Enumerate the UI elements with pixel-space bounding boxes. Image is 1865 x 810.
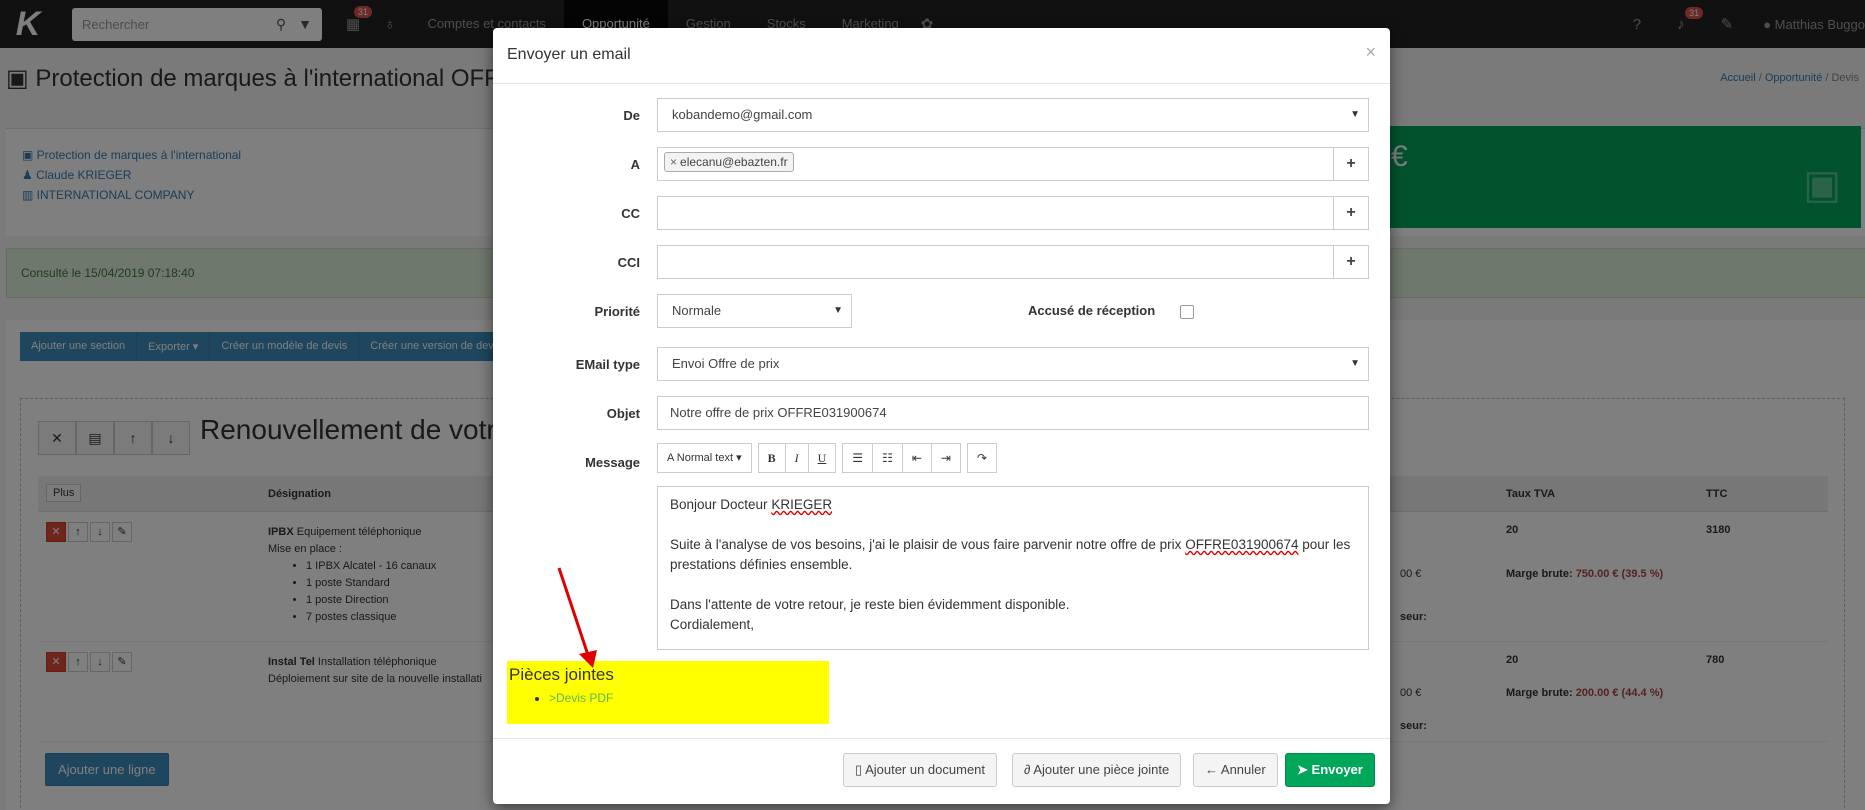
- send-label: Envoyer: [1311, 762, 1363, 777]
- attachments-panel: Pièces jointes >Devis PDF: [507, 661, 829, 724]
- chevron-down-icon: ▼: [1350, 358, 1360, 369]
- recipient-tag: × elecanu@ebazten.fr: [664, 152, 794, 172]
- to-input[interactable]: × elecanu@ebazten.fr: [657, 147, 1334, 181]
- editor-toolbar: A Normal text ▾ B I U ☰ ☷ ⇤ ⇥ ↷: [657, 443, 1003, 473]
- from-value: kobandemo@gmail.com: [672, 107, 813, 122]
- subject-value: Notre offre de prix OFFRE031900674: [670, 405, 887, 420]
- cancel-button[interactable]: ← Annuler: [1193, 753, 1278, 787]
- priority-value: Normale: [672, 303, 722, 318]
- message-greeting: Bonjour Docteur KRIEGER: [670, 495, 1356, 515]
- chevron-down-icon: ▼: [833, 305, 843, 316]
- modal-footer: ▯ Ajouter un document ∂ Ajouter une pièc…: [493, 738, 1390, 804]
- red-arrow-annotation: [557, 567, 597, 668]
- arrow-left-icon: ←: [1205, 762, 1218, 777]
- to-label: A: [630, 157, 640, 172]
- remove-tag-icon[interactable]: ×: [670, 155, 677, 169]
- send-email-modal: Envoyer un email × De kobandemo@gmail.co…: [493, 28, 1390, 804]
- receipt-checkbox[interactable]: [1180, 305, 1194, 319]
- from-label: De: [623, 108, 640, 123]
- p1-ref: OFFRE031900674: [1185, 537, 1299, 552]
- send-button[interactable]: ➤ Envoyer: [1285, 753, 1375, 787]
- message-label: Message: [585, 455, 640, 470]
- outdent-icon[interactable]: ⇤: [902, 443, 932, 473]
- paper-plane-icon: ➤: [1297, 762, 1308, 777]
- attachment-item: >Devis PDF: [549, 691, 827, 705]
- underline-button[interactable]: U: [808, 443, 837, 473]
- add-attachment-button[interactable]: ∂ Ajouter une pièce jointe: [1012, 753, 1182, 787]
- greeting-name: KRIEGER: [771, 497, 833, 512]
- message-editor[interactable]: Bonjour Docteur KRIEGER Suite à l'analys…: [657, 486, 1369, 650]
- modal-header: Envoyer un email ×: [493, 28, 1390, 84]
- redo-icon[interactable]: ↷: [966, 443, 998, 473]
- email-type-label: EMail type: [575, 357, 640, 372]
- message-paragraph: Dans l'attente de votre retour, je reste…: [670, 597, 1070, 612]
- bullet-list-icon[interactable]: ☰: [842, 443, 874, 473]
- priority-label: Priorité: [594, 304, 640, 319]
- paperclip-icon: ∂: [1024, 762, 1031, 777]
- text-style-dropdown[interactable]: A Normal text ▾: [657, 443, 752, 473]
- recipient-tag-text: elecanu@ebazten.fr: [680, 155, 788, 169]
- close-icon[interactable]: ×: [1365, 42, 1376, 63]
- cci-input[interactable]: [657, 245, 1334, 279]
- add-to-button[interactable]: +: [1333, 147, 1369, 181]
- attachment-link[interactable]: >Devis PDF: [549, 691, 613, 705]
- indent-icon[interactable]: ⇥: [931, 443, 961, 473]
- cci-label: CCI: [617, 255, 640, 270]
- greeting-text: Bonjour Docteur: [670, 497, 772, 512]
- add-document-label: Ajouter un document: [865, 762, 986, 777]
- chevron-down-icon: ▼: [1350, 109, 1360, 120]
- message-paragraph: Suite à l'analyse de vos besoins, j'ai l…: [670, 535, 1356, 575]
- email-type-select[interactable]: Envoi Offre de prix ▼: [657, 347, 1369, 381]
- p1-text: Suite à l'analyse de vos besoins, j'ai l…: [670, 537, 1186, 552]
- cc-label: CC: [621, 206, 640, 221]
- cancel-label: Annuler: [1220, 762, 1266, 777]
- add-cc-button[interactable]: +: [1333, 196, 1369, 230]
- receipt-label: Accusé de réception: [1028, 303, 1156, 318]
- file-icon: ▯: [855, 762, 863, 777]
- bold-button[interactable]: B: [757, 443, 786, 473]
- add-cci-button[interactable]: +: [1333, 245, 1369, 279]
- italic-button[interactable]: I: [785, 443, 809, 473]
- from-select[interactable]: kobandemo@gmail.com ▼: [657, 98, 1369, 132]
- modal-title: Envoyer un email: [507, 46, 631, 63]
- priority-select[interactable]: Normale ▼: [657, 294, 852, 328]
- subject-label: Objet: [606, 406, 640, 421]
- cc-input[interactable]: [657, 196, 1334, 230]
- subject-input[interactable]: Notre offre de prix OFFRE031900674: [657, 396, 1369, 430]
- add-attachment-label: Ajouter une pièce jointe: [1033, 762, 1170, 777]
- email-type-value: Envoi Offre de prix: [672, 356, 780, 371]
- add-document-button[interactable]: ▯ Ajouter un document: [843, 753, 998, 787]
- message-closing: Cordialement,: [670, 617, 755, 632]
- numbered-list-icon[interactable]: ☷: [873, 443, 903, 473]
